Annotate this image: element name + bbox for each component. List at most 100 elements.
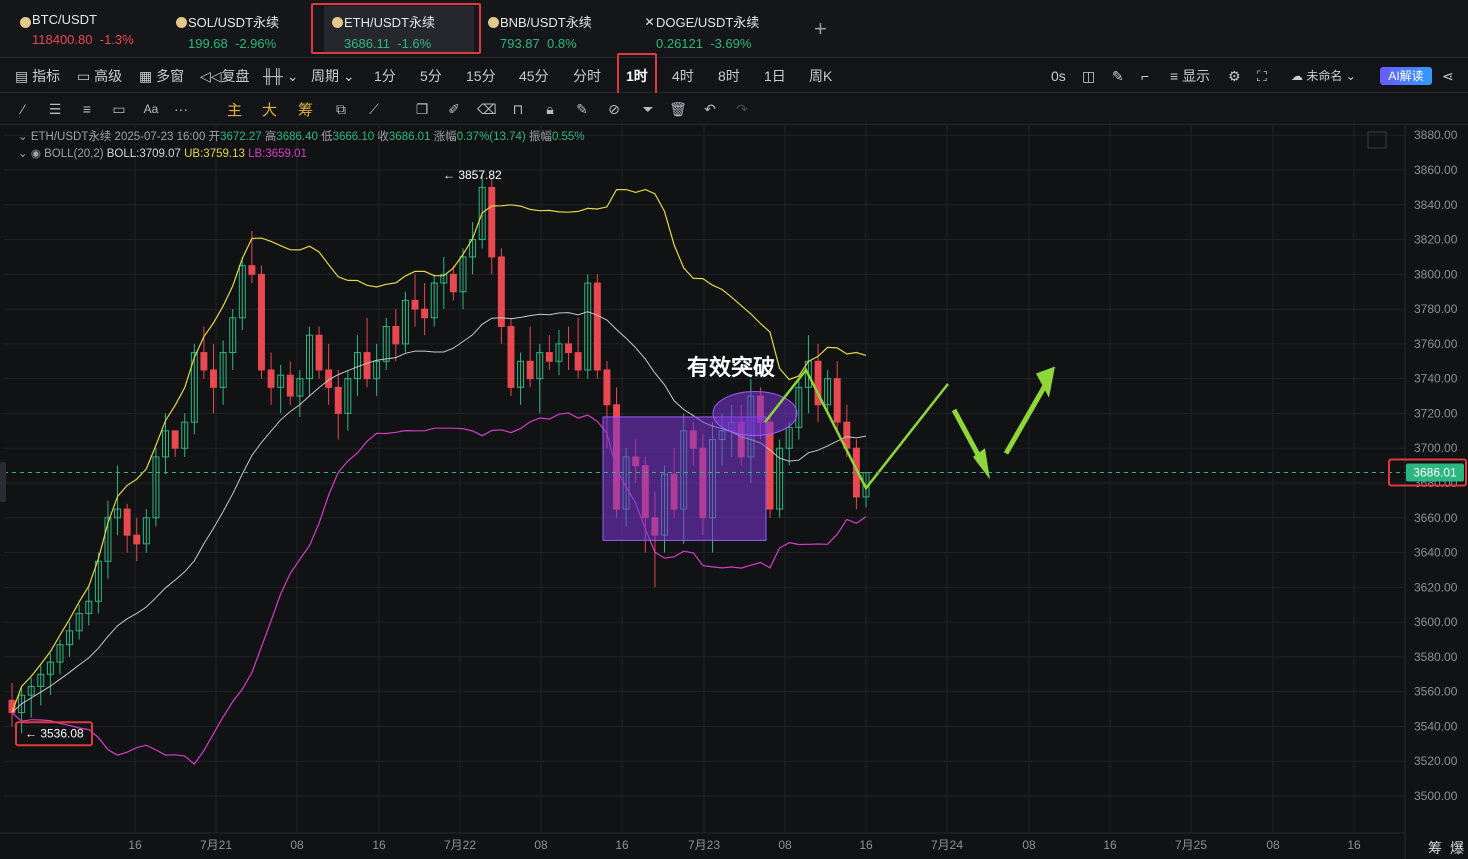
collapse-icon[interactable]: ⌄ [18, 148, 28, 160]
y-axis-label: 3540.00 [1414, 719, 1458, 733]
add-tab-button[interactable]: + [814, 16, 827, 42]
liquidation-button[interactable]: 爆 [1450, 838, 1464, 858]
period-dropdown[interactable]: 周期 ⌄ [311, 59, 355, 93]
y-axis-label: 3820.00 [1414, 233, 1458, 247]
candlestick-chart[interactable]: 3880.00 3860.00 3840.00 3820.00 3800.00 3780.… [0, 126, 1468, 859]
layout-dropdown[interactable]: ☁ 未命名 ⌄ [1291, 59, 1356, 93]
redo-icon[interactable]: ↷ [733, 100, 751, 118]
chevron-down-icon: ⌄ [1345, 69, 1356, 83]
coin-icon [176, 17, 187, 28]
tab-symbol: SOL/USDT永续 [188, 15, 280, 30]
settings-icon[interactable]: ⚙ [1228, 59, 1241, 93]
interval-1m[interactable]: 1分 [374, 59, 396, 93]
interval-week[interactable]: 周K [809, 59, 832, 93]
y-axis-label: 3560.00 [1414, 685, 1458, 699]
cloud-icon: ☁ [1291, 69, 1303, 83]
x-axis-label: 16 [128, 838, 142, 852]
big-mode-button[interactable]: 大 [262, 99, 277, 120]
more-icon[interactable]: ··· [172, 100, 190, 118]
calendar-icon: ▭ [77, 68, 91, 84]
trash-icon[interactable]: 🗑︎ [669, 100, 687, 118]
chip-button[interactable]: 筹 [1428, 838, 1442, 858]
indicators-button[interactable]: ▤ 指标 [15, 59, 60, 93]
hide-icon[interactable]: ⊘ [605, 100, 623, 118]
x-axis-label: 08 [1022, 838, 1036, 852]
y-axis-label: 3500.00 [1414, 789, 1458, 803]
interval-5m[interactable]: 5分 [420, 59, 442, 93]
tab-bnb-usdt[interactable]: BNB/USDT永续 793.87 0.8% [480, 6, 620, 54]
candle-body [565, 343, 573, 354]
x-axis-label: 16 [615, 838, 629, 852]
display-button[interactable]: ≡ 显示 [1170, 59, 1210, 93]
eraser-icon[interactable]: ⌫ [477, 100, 497, 118]
countdown: 0s [1051, 68, 1066, 84]
chart-type-button[interactable]: ╫╫ ⌄ [263, 59, 298, 93]
multi-window-button[interactable]: ▦ 多窗 [139, 59, 184, 93]
magnet-icon[interactable]: ⊓ [509, 100, 527, 118]
close-icon[interactable]: ✕ [644, 16, 655, 28]
filter-icon[interactable]: ⏷ [639, 100, 657, 118]
auto-draw-icon[interactable]: ⧉ [332, 100, 350, 118]
tab-doge-usdt[interactable]: ✕ DOGE/USDT永续 0.26121 -3.69% [636, 6, 786, 54]
tab-symbol: BTC/USDT [32, 12, 97, 27]
list-icon: ≡ [1170, 68, 1179, 84]
brush-icon[interactable]: ✐ [445, 100, 463, 118]
advanced-button[interactable]: ▭ 高级 [77, 59, 122, 93]
candle-body [363, 352, 371, 380]
y-axis-label: 3580.00 [1414, 650, 1458, 664]
interval-1d[interactable]: 1日 [764, 59, 786, 93]
measure-icon[interactable]: ⟋ [365, 100, 383, 118]
symbol-tab-bar: BTC/USDT 118400.80 -1.3% SOL/USDT永续 199.… [0, 0, 1468, 58]
x-axis-label: 08 [534, 838, 548, 852]
parallel-lines-icon[interactable]: ≡ [78, 100, 96, 118]
ai-analysis-button[interactable]: AI解读 [1380, 67, 1432, 85]
tab-quote: 793.87 0.8% [500, 36, 577, 51]
tab-symbol: DOGE/USDT永续 [656, 15, 760, 30]
y-axis-label: 3840.00 [1414, 198, 1458, 212]
trendline-icon[interactable]: ⁄ [14, 100, 32, 118]
collapse-icon[interactable]: ⌄ [18, 131, 28, 143]
candle-body [545, 352, 553, 362]
camera-icon[interactable]: ◫ [1082, 59, 1095, 93]
tab-btc-usdt[interactable]: BTC/USDT 118400.80 -1.3% [12, 6, 162, 54]
copy-icon[interactable]: ❐ [413, 100, 431, 118]
candle-body [133, 534, 141, 545]
main-mode-button[interactable]: 主 [227, 99, 242, 120]
current-price-label: 3686.01 [1413, 466, 1457, 480]
y-axis-label: 3520.00 [1414, 754, 1458, 768]
x-axis-label: 7月23 [688, 838, 720, 852]
eye-icon[interactable]: ◉ [31, 148, 41, 160]
lock-icon[interactable]: 🔒︎ [541, 100, 559, 118]
interval-8h[interactable]: 8时 [718, 59, 740, 93]
x-axis-label: 08 [778, 838, 792, 852]
y-axis-label: 3720.00 [1414, 406, 1458, 420]
y-axis-label: 3660.00 [1414, 511, 1458, 525]
drawing-toolbar: ⁄ ☰ ≡ ▭ Aa ··· 主 大 筹 ⧉ ⟋ ❐ ✐ ⌫ ⊓ 🔒︎ ✎ ⊘ … [0, 93, 1468, 125]
tab-sol-usdt[interactable]: SOL/USDT永续 199.68 -2.96% [168, 6, 308, 54]
chip-mode-button[interactable]: 筹 [298, 99, 313, 120]
fullscreen-icon[interactable]: ⛶ [1257, 59, 1267, 93]
text-icon[interactable]: Aa [142, 100, 160, 118]
crop-icon[interactable]: ⌐ [1141, 59, 1149, 93]
candle-body [833, 378, 841, 423]
share-icon[interactable]: ⋖ [1442, 59, 1454, 93]
horizontal-lines-icon[interactable]: ☰ [46, 100, 64, 118]
interval-4h[interactable]: 4时 [672, 59, 694, 93]
candle-body [526, 360, 534, 380]
ohlc-legend: ⌄ ETH/USDT永续 2025-07-23 16:00 开3672.27 高… [18, 131, 585, 143]
interval-15m[interactable]: 15分 [466, 59, 496, 93]
replay-button[interactable]: ◁◁复盘 [200, 59, 250, 93]
candle-body [766, 421, 774, 510]
candle-body [488, 186, 496, 258]
x-axis-label: 16 [859, 838, 873, 852]
candle-body [497, 256, 505, 327]
interval-45m[interactable]: 45分 [519, 59, 549, 93]
edit-icon[interactable]: ✎ [573, 100, 591, 118]
candle-body [258, 273, 265, 371]
rectangle-icon[interactable]: ▭ [110, 100, 128, 118]
undo-icon[interactable]: ↶ [701, 100, 719, 118]
tab-quote: 199.68 -2.96% [188, 36, 277, 51]
pen-icon[interactable]: ✎ [1112, 59, 1124, 93]
interval-timeline[interactable]: 分时 [573, 59, 601, 93]
x-axis-label: 08 [1266, 838, 1280, 852]
